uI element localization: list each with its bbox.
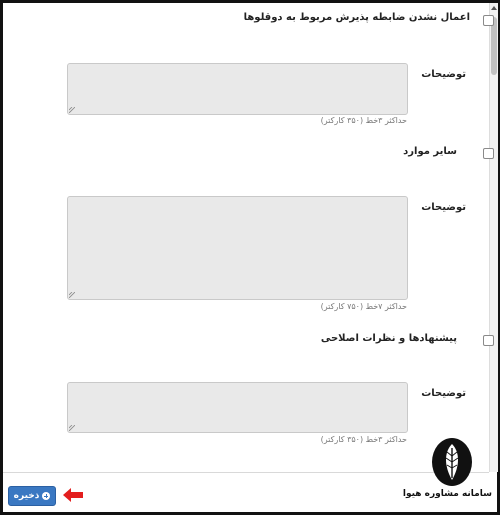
description-textarea-2[interactable] bbox=[67, 196, 408, 300]
resize-grip-icon[interactable] bbox=[69, 425, 75, 431]
feather-logo-icon bbox=[432, 438, 472, 486]
scroll-up-arrow-icon[interactable] bbox=[491, 6, 497, 10]
description-hint-1: حداکثر ۳خط (۳۵۰ کارکتر) bbox=[320, 116, 407, 125]
plus-circle-icon bbox=[42, 492, 51, 500]
suggestions-label: پیشنهادها و نظرات اصلاحی bbox=[320, 333, 457, 344]
resize-grip-icon[interactable] bbox=[69, 107, 75, 113]
description-label-1: توضیحات bbox=[421, 69, 466, 80]
red-arrow-icon bbox=[63, 488, 83, 502]
twins-admission-rule-checkbox[interactable] bbox=[483, 15, 494, 26]
description-hint-3: حداکثر ۳خط (۳۵۰ کارکتر) bbox=[320, 435, 407, 444]
resize-grip-icon[interactable] bbox=[69, 292, 75, 298]
save-button-label: ذخیره bbox=[13, 491, 40, 501]
other-items-label: سایر موارد bbox=[403, 146, 457, 157]
suggestions-checkbox[interactable] bbox=[483, 335, 494, 346]
description-label-2: توضیحات bbox=[421, 202, 466, 213]
description-textarea-3[interactable] bbox=[67, 382, 408, 433]
other-items-checkbox[interactable] bbox=[483, 148, 494, 159]
vertical-scrollbar[interactable] bbox=[489, 3, 498, 472]
description-hint-2: حداکثر ۷خط (۷۵۰ کارکتر) bbox=[320, 302, 407, 311]
description-label-3: توضیحات bbox=[421, 388, 466, 399]
description-textarea-1[interactable] bbox=[67, 63, 408, 115]
save-button[interactable]: ذخیره bbox=[8, 486, 56, 506]
watermark-text: سامانه مشاوره هیوا bbox=[402, 489, 492, 499]
hiva-logo: سامانه مشاوره هیوا bbox=[402, 438, 492, 512]
twins-admission-rule-label: اعمال نشدن ضابطه پذیرش مربوط به دوقلوها bbox=[243, 12, 470, 23]
